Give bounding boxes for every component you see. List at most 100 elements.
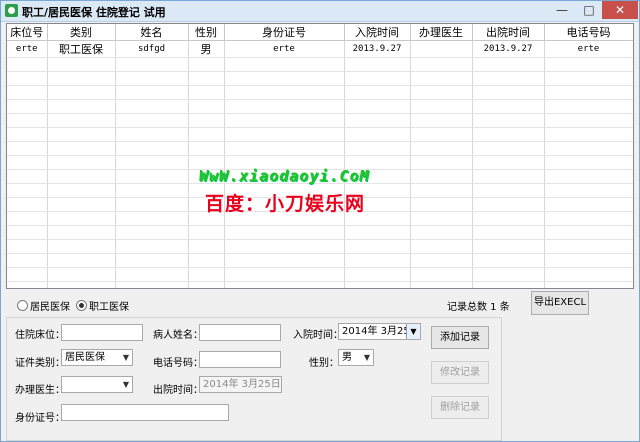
cell-type[interactable]: 职工医保 <box>47 40 116 58</box>
empty-cell <box>472 281 545 288</box>
minimize-icon[interactable]: — <box>549 1 575 19</box>
empty-cell <box>47 113 116 128</box>
empty-cell <box>410 211 473 226</box>
col-header-name[interactable]: 姓名 <box>115 24 189 41</box>
col-header-discharge[interactable]: 出院时间 <box>472 24 545 41</box>
empty-cell <box>472 141 545 156</box>
empty-cell <box>224 85 345 100</box>
empty-cell <box>7 57 48 72</box>
cell-name[interactable]: sdfgd <box>115 40 189 58</box>
empty-cell <box>7 281 48 288</box>
maximize-icon[interactable]: □ <box>576 1 602 19</box>
col-header-gender[interactable]: 性别 <box>188 24 225 41</box>
empty-cell <box>472 197 545 212</box>
phone-input[interactable] <box>199 351 281 368</box>
empty-cell <box>344 57 411 72</box>
doctor-select[interactable]: ▼ <box>61 376 133 393</box>
empty-cell <box>472 267 545 282</box>
edit-record-button[interactable]: 修改记录 <box>431 361 489 384</box>
id-type-select[interactable]: 居民医保 ▼ <box>61 349 133 366</box>
radio-resident-circle[interactable] <box>17 299 28 311</box>
col-header-doctor[interactable]: 办理医生 <box>410 24 473 41</box>
bed-input[interactable] <box>61 324 143 341</box>
col-header-bed[interactable]: 床位号 <box>7 24 48 41</box>
cell-doctor[interactable] <box>410 40 473 58</box>
empty-cell <box>344 113 411 128</box>
empty-cell <box>472 57 545 72</box>
col-header-type[interactable]: 类别 <box>47 24 116 41</box>
empty-cell <box>410 57 473 72</box>
empty-cell <box>344 71 411 86</box>
grid-header-row: 床位号 类别 姓名 性别 身份证号 入院时间 办理医生 出院时间 电话号码 <box>7 24 633 41</box>
record-count: 记录总数 1 条 <box>447 302 510 313</box>
empty-cell <box>115 127 189 142</box>
patient-name-input[interactable] <box>199 324 281 341</box>
empty-row <box>7 99 633 114</box>
cell-phone[interactable]: erte <box>544 40 633 58</box>
empty-cell <box>115 99 189 114</box>
empty-cell <box>410 197 473 212</box>
empty-cell <box>115 141 189 156</box>
empty-cell <box>47 225 116 240</box>
chevron-down-icon: ▼ <box>363 353 370 362</box>
empty-cell <box>115 197 189 212</box>
empty-cell <box>7 267 48 282</box>
gender-select[interactable]: 男 ▼ <box>338 349 374 366</box>
title-bar[interactable]: 职工/居民医保 住院登记 试用 — □ ✕ <box>1 1 639 22</box>
patient-name-label: 病人姓名： <box>153 330 203 341</box>
empty-cell <box>224 141 345 156</box>
empty-cell <box>224 225 345 240</box>
cell-gender[interactable]: 男 <box>188 40 225 58</box>
window-title: 职工/居民医保 住院登记 试用 <box>22 6 166 19</box>
admit-date-picker[interactable]: 2014年 3月25日 ▼ <box>338 323 421 340</box>
cell-bed[interactable]: erte <box>7 40 48 58</box>
discharge-time-label: 出院时间： <box>153 385 203 396</box>
empty-cell <box>344 281 411 288</box>
id-type-label: 证件类别： <box>15 358 65 369</box>
col-header-idno[interactable]: 身份证号 <box>224 24 345 41</box>
radio-resident[interactable]: 居民医保 <box>17 298 70 313</box>
empty-cell <box>47 99 116 114</box>
empty-cell <box>410 267 473 282</box>
idno-input[interactable] <box>61 404 229 421</box>
main-window: 职工/居民医保 住院登记 试用 — □ ✕ 床位号 类别 姓名 性别 身份证号 … <box>0 0 640 442</box>
empty-cell <box>188 113 225 128</box>
empty-row <box>7 239 633 254</box>
close-icon[interactable]: ✕ <box>602 1 638 19</box>
empty-cell <box>224 239 345 254</box>
calendar-dropdown-icon[interactable]: ▼ <box>406 324 420 339</box>
empty-cell <box>188 127 225 142</box>
delete-record-button[interactable]: 删除记录 <box>431 396 489 419</box>
cell-discharge[interactable]: 2013.9.27 <box>472 40 545 58</box>
records-grid[interactable]: 床位号 类别 姓名 性别 身份证号 入院时间 办理医生 出院时间 电话号码 er… <box>6 23 634 289</box>
col-header-phone[interactable]: 电话号码 <box>544 24 633 41</box>
radio-employee-circle[interactable] <box>76 299 87 311</box>
empty-cell <box>472 169 545 184</box>
empty-cell <box>224 281 345 288</box>
empty-cell <box>472 239 545 254</box>
empty-row <box>7 85 633 100</box>
id-type-value: 居民医保 <box>65 352 105 363</box>
empty-cell <box>544 99 633 114</box>
col-header-admit[interactable]: 入院时间 <box>344 24 411 41</box>
radio-resident-label: 居民医保 <box>30 301 70 313</box>
add-record-button[interactable]: 添加记录 <box>431 326 489 349</box>
empty-cell <box>544 155 633 170</box>
empty-cell <box>188 99 225 114</box>
cell-admit[interactable]: 2013.9.27 <box>344 40 411 58</box>
export-button[interactable]: 导出EXECL <box>531 291 589 315</box>
empty-cell <box>47 155 116 170</box>
empty-cell <box>410 113 473 128</box>
empty-cell <box>544 141 633 156</box>
empty-cell <box>47 253 116 268</box>
empty-cell <box>7 85 48 100</box>
empty-cell <box>410 169 473 184</box>
chevron-down-icon: ▼ <box>122 353 129 362</box>
discharge-date-picker[interactable]: 2014年 3月25日 <box>199 376 282 393</box>
empty-cell <box>344 85 411 100</box>
radio-employee[interactable]: 职工医保 <box>76 298 129 313</box>
empty-cell <box>410 281 473 288</box>
empty-cell <box>47 71 116 86</box>
table-row[interactable]: erte 职工医保 sdfgd 男 erte 2013.9.27 2013.9.… <box>7 40 633 58</box>
cell-idno[interactable]: erte <box>224 40 345 58</box>
